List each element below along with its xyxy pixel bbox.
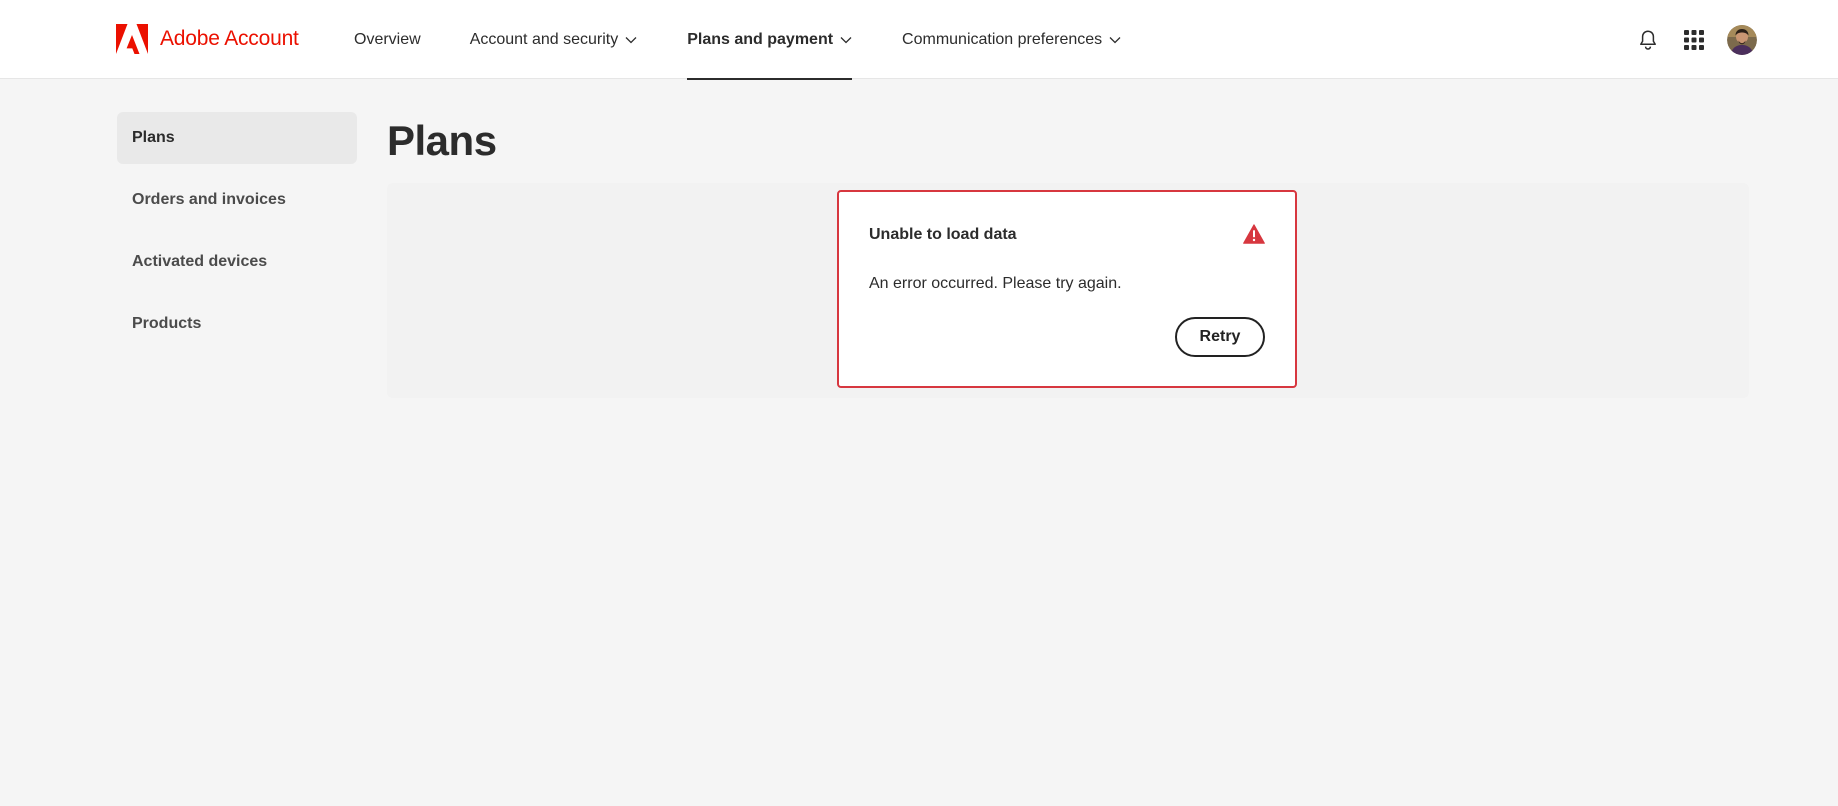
retry-button[interactable]: Retry xyxy=(1175,317,1265,357)
nav-communication-label: Communication preferences xyxy=(902,30,1103,48)
nav-plans-and-payment[interactable]: Plans and payment xyxy=(687,0,852,80)
sidebar-item-activated-devices[interactable]: Activated devices xyxy=(117,236,357,288)
brand-link[interactable]: Adobe Account xyxy=(116,24,299,54)
error-title: Unable to load data xyxy=(869,226,1017,243)
bell-icon xyxy=(1640,30,1656,50)
nav-plans-label: Plans and payment xyxy=(687,30,834,48)
top-navigation-bar: Adobe Account Overview Account and secur… xyxy=(0,0,1838,80)
chevron-down-icon xyxy=(625,36,637,43)
sidebar-item-label: Orders and invoices xyxy=(132,191,286,208)
sidebar-item-plans[interactable]: Plans xyxy=(117,112,357,164)
alert-triangle-icon xyxy=(1243,224,1265,244)
apps-button[interactable] xyxy=(1681,27,1707,53)
chevron-down-icon xyxy=(1109,36,1121,43)
nav-communication-preferences[interactable]: Communication preferences xyxy=(902,0,1121,79)
error-card: Unable to load data An error occurred. P… xyxy=(837,190,1297,388)
sidebar-item-orders-and-invoices[interactable]: Orders and invoices xyxy=(117,174,357,226)
chevron-down-icon xyxy=(840,36,852,43)
sidebar-item-label: Plans xyxy=(132,129,175,146)
page-title: Plans xyxy=(387,117,497,164)
error-message: An error occurred. Please try again. xyxy=(869,275,1122,292)
adobe-logo-icon xyxy=(116,24,148,54)
sidebar-item-products[interactable]: Products xyxy=(117,298,357,350)
nav-account-label: Account and security xyxy=(469,30,619,48)
nav-overview-label: Overview xyxy=(354,30,421,48)
user-avatar[interactable] xyxy=(1727,25,1757,55)
notifications-button[interactable] xyxy=(1635,27,1661,53)
nav-account-and-security[interactable]: Account and security xyxy=(470,0,638,79)
nav-overview[interactable]: Overview xyxy=(354,0,421,79)
sidebar: Plans Orders and invoices Activated devi… xyxy=(117,112,357,360)
header-actions xyxy=(1635,24,1757,56)
brand-name: Adobe Account xyxy=(160,27,299,50)
sidebar-item-label: Activated devices xyxy=(132,253,268,270)
sidebar-item-label: Products xyxy=(132,315,202,332)
main-nav: Overview Account and security Plans and … xyxy=(354,0,1121,80)
app-grid-icon xyxy=(1684,30,1704,50)
